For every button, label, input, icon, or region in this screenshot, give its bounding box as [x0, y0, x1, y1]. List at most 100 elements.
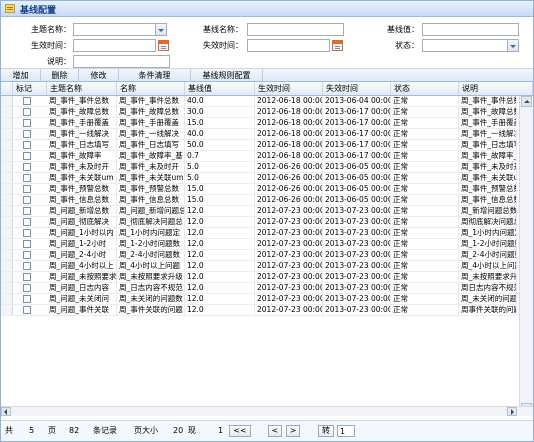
table-row[interactable]: 周_事件_事件总数 周_事件_事件总数 40.0 2012-06-18 00:00: 2… [1, 96, 517, 107]
column-header[interactable]: 状态 [391, 82, 459, 95]
row-checkbox[interactable] [23, 119, 31, 127]
row-checkbox[interactable] [23, 130, 31, 138]
baseline-name-input[interactable] [247, 23, 344, 36]
chevron-down-icon[interactable] [156, 23, 167, 36]
table-cell: 2013-06-17 00:00: [325, 118, 391, 128]
horizontal-scrollbar[interactable] [1, 406, 533, 416]
table-cell: 2013-07-23 00:00: [325, 305, 391, 315]
table-cell: 周_事件_故障总数 [117, 107, 185, 117]
expire-time-input[interactable] [247, 39, 330, 52]
table-cell: 12.0 [185, 239, 255, 249]
table-row[interactable]: 周_事件_未关联um 周_事件_未关联um 5.0 2012-06-26 00:00:… [1, 173, 517, 184]
table-cell: 周_事件_未关联um [459, 173, 517, 183]
column-header[interactable]: 生效时间 [255, 82, 323, 95]
table-cell: 2012-06-18 00:00: [257, 151, 323, 161]
table-row[interactable]: 周_事件_一线解决 周_事件_一线解决 40.0 2012-06-18 00:00: 2… [1, 129, 517, 140]
prev-page-button[interactable]: < [268, 425, 282, 437]
add-button[interactable]: 增加 [1, 69, 41, 82]
expire-time-label: 失效时间： [203, 41, 243, 50]
scroll-left-icon[interactable] [1, 407, 11, 416]
column-header[interactable]: 基线值 [185, 82, 255, 95]
row-checkbox[interactable] [23, 97, 31, 105]
pages-label: 页 [48, 426, 56, 435]
table-row[interactable]: 周_事件_信息总数 周_事件_信息总数 15.0 2012-06-26 00:00: 2… [1, 195, 517, 206]
row-checkbox[interactable] [23, 240, 31, 248]
next-page-button[interactable]: > [286, 425, 300, 437]
table-cell: 周_事件关联的问题 [117, 305, 185, 315]
table-row[interactable]: 周_问题_1小时以内 周_1小时内问题定 12.0 2012-07-23 00:00:… [1, 228, 517, 239]
table-row[interactable]: 周_事件_故障总数 周_事件_故障总数 30.0 2012-06-18 00:00: 2… [1, 107, 517, 118]
calendar-icon[interactable] [158, 40, 169, 51]
row-checkbox[interactable] [23, 284, 31, 292]
row-checkbox[interactable] [23, 163, 31, 171]
row-number-cell [1, 184, 13, 194]
table-cell: 周_事件_日志填写 [461, 140, 517, 150]
row-number-cell [1, 107, 13, 117]
table-row[interactable]: 周_问题_新增总数 周_问题_新增问题总 12.0 2012-07-23 00:00:… [1, 206, 517, 217]
row-checkbox[interactable] [23, 152, 31, 160]
row-checkbox[interactable] [23, 295, 31, 303]
table-row[interactable]: 周_事件_手册覆盖 周_事件_手册覆盖 15.0 2012-06-18 00:00: 2… [1, 118, 517, 129]
table-cell: 周_问题_4小时以上 [47, 261, 117, 271]
scroll-up-icon[interactable] [521, 96, 532, 107]
row-number-cell [1, 305, 13, 315]
table-row[interactable]: 周_事件_未及时开 周_事件_未及时开 5.0 2012-06-26 00:00: 20… [1, 162, 517, 173]
table-row[interactable]: 周_问题_2-4小时 周_2-4小时问题数 12.0 2012-07-23 00:00… [1, 250, 517, 261]
table-row[interactable]: 周_事件_日志填写 周_事件_日志填写 50.0 2012-06-18 00:00: 2… [1, 140, 517, 151]
delete-button[interactable]: 删除 [41, 69, 79, 82]
first-page-button[interactable]: << [229, 425, 251, 437]
row-checkbox[interactable] [23, 141, 31, 149]
effective-time-input[interactable] [73, 39, 156, 52]
table-cell: 正常 [391, 206, 459, 216]
chevron-down-icon[interactable] [508, 39, 519, 52]
row-checkbox[interactable] [23, 251, 31, 259]
table-row[interactable]: 周_问题_事件关联 周_事件关联的问题 12.0 2012-07-23 00:00: 2… [1, 305, 517, 316]
table-cell: 2013-07-23 00:00: [325, 283, 391, 293]
topic-label: 主题名称： [31, 25, 71, 34]
table-row[interactable]: 周_问题_4小时以上 周_4小时以上问题 12.0 2012-07-23 00:00:… [1, 261, 517, 272]
table-row[interactable]: 周_问题_未按照要求 周_未按照要求升级 12.0 2012-07-23 00:00:… [1, 272, 517, 283]
row-checkbox[interactable] [23, 207, 31, 215]
edit-button[interactable]: 修改 [79, 69, 119, 82]
clear-conditions-button[interactable]: 条件清理 [119, 69, 191, 82]
column-header[interactable]: 标记 [13, 82, 47, 95]
row-checkbox[interactable] [23, 196, 31, 204]
rule-config-button[interactable]: 基线规则配置 [191, 69, 263, 82]
table-cell: 0.7 [185, 151, 255, 161]
row-checkbox[interactable] [23, 273, 31, 281]
calendar-icon[interactable] [332, 40, 343, 51]
goto-page-button[interactable]: 转 [318, 425, 334, 437]
table-row[interactable]: 周_问题_彻底解决 周_彻底解决问题总 12.0 2012-07-23 00:00: 2… [1, 217, 517, 228]
row-number-cell [1, 162, 13, 172]
row-checkbox[interactable] [23, 108, 31, 116]
row-checkbox[interactable] [23, 229, 31, 237]
table-row[interactable]: 周_问题_1-2小时 周_1-2小时问题数 12.0 2012-07-23 00:00… [1, 239, 517, 250]
table-row[interactable]: 周_事件_预警总数 周_事件_预警总数 15.0 2012-06-26 00:00: 2… [1, 184, 517, 195]
table-row[interactable]: 周_问题_未关闭问 周_未关闭的问题数 12.0 2012-07-23 00:00: 2… [1, 294, 517, 305]
row-checkbox[interactable] [23, 306, 31, 314]
table-cell: 2013-06-17 00:00: [325, 129, 391, 139]
goto-page-input[interactable] [337, 425, 355, 437]
description-input[interactable] [73, 55, 170, 68]
column-header[interactable]: 主题名称 [47, 82, 117, 95]
row-checkbox[interactable] [23, 262, 31, 270]
table-row[interactable]: 周_事件_故障率 周_事件_故障率_基 0.7 2012-06-18 00:00: 20… [1, 151, 517, 162]
column-header[interactable]: 失效时间 [323, 82, 391, 95]
table-cell: 周_4小时以上问题 [117, 261, 185, 271]
status-combo-input[interactable] [422, 39, 508, 52]
column-header[interactable]: 名称 [117, 82, 185, 95]
baseline-value-input[interactable] [422, 23, 519, 36]
row-checkbox[interactable] [23, 218, 31, 226]
scroll-right-icon[interactable] [507, 407, 517, 416]
table-row[interactable]: 周_问题_日志内容 周_日志内容不规范 12.0 2012-07-23 00:00: 2… [1, 283, 517, 294]
description-label: 说明： [47, 57, 71, 66]
table-cell: 2013-06-05 00:00: [325, 184, 391, 194]
table-cell: 2012-07-23 00:00: [257, 217, 323, 227]
vertical-scrollbar[interactable] [519, 96, 533, 415]
row-checkbox[interactable] [23, 185, 31, 193]
column-header[interactable]: 说明 [459, 82, 533, 95]
table-cell: 2013-06-05 00:00: [325, 195, 391, 205]
row-checkbox[interactable] [23, 174, 31, 182]
window-titlebar: 基线配置 [1, 1, 533, 17]
topic-combo-input[interactable] [73, 23, 156, 36]
